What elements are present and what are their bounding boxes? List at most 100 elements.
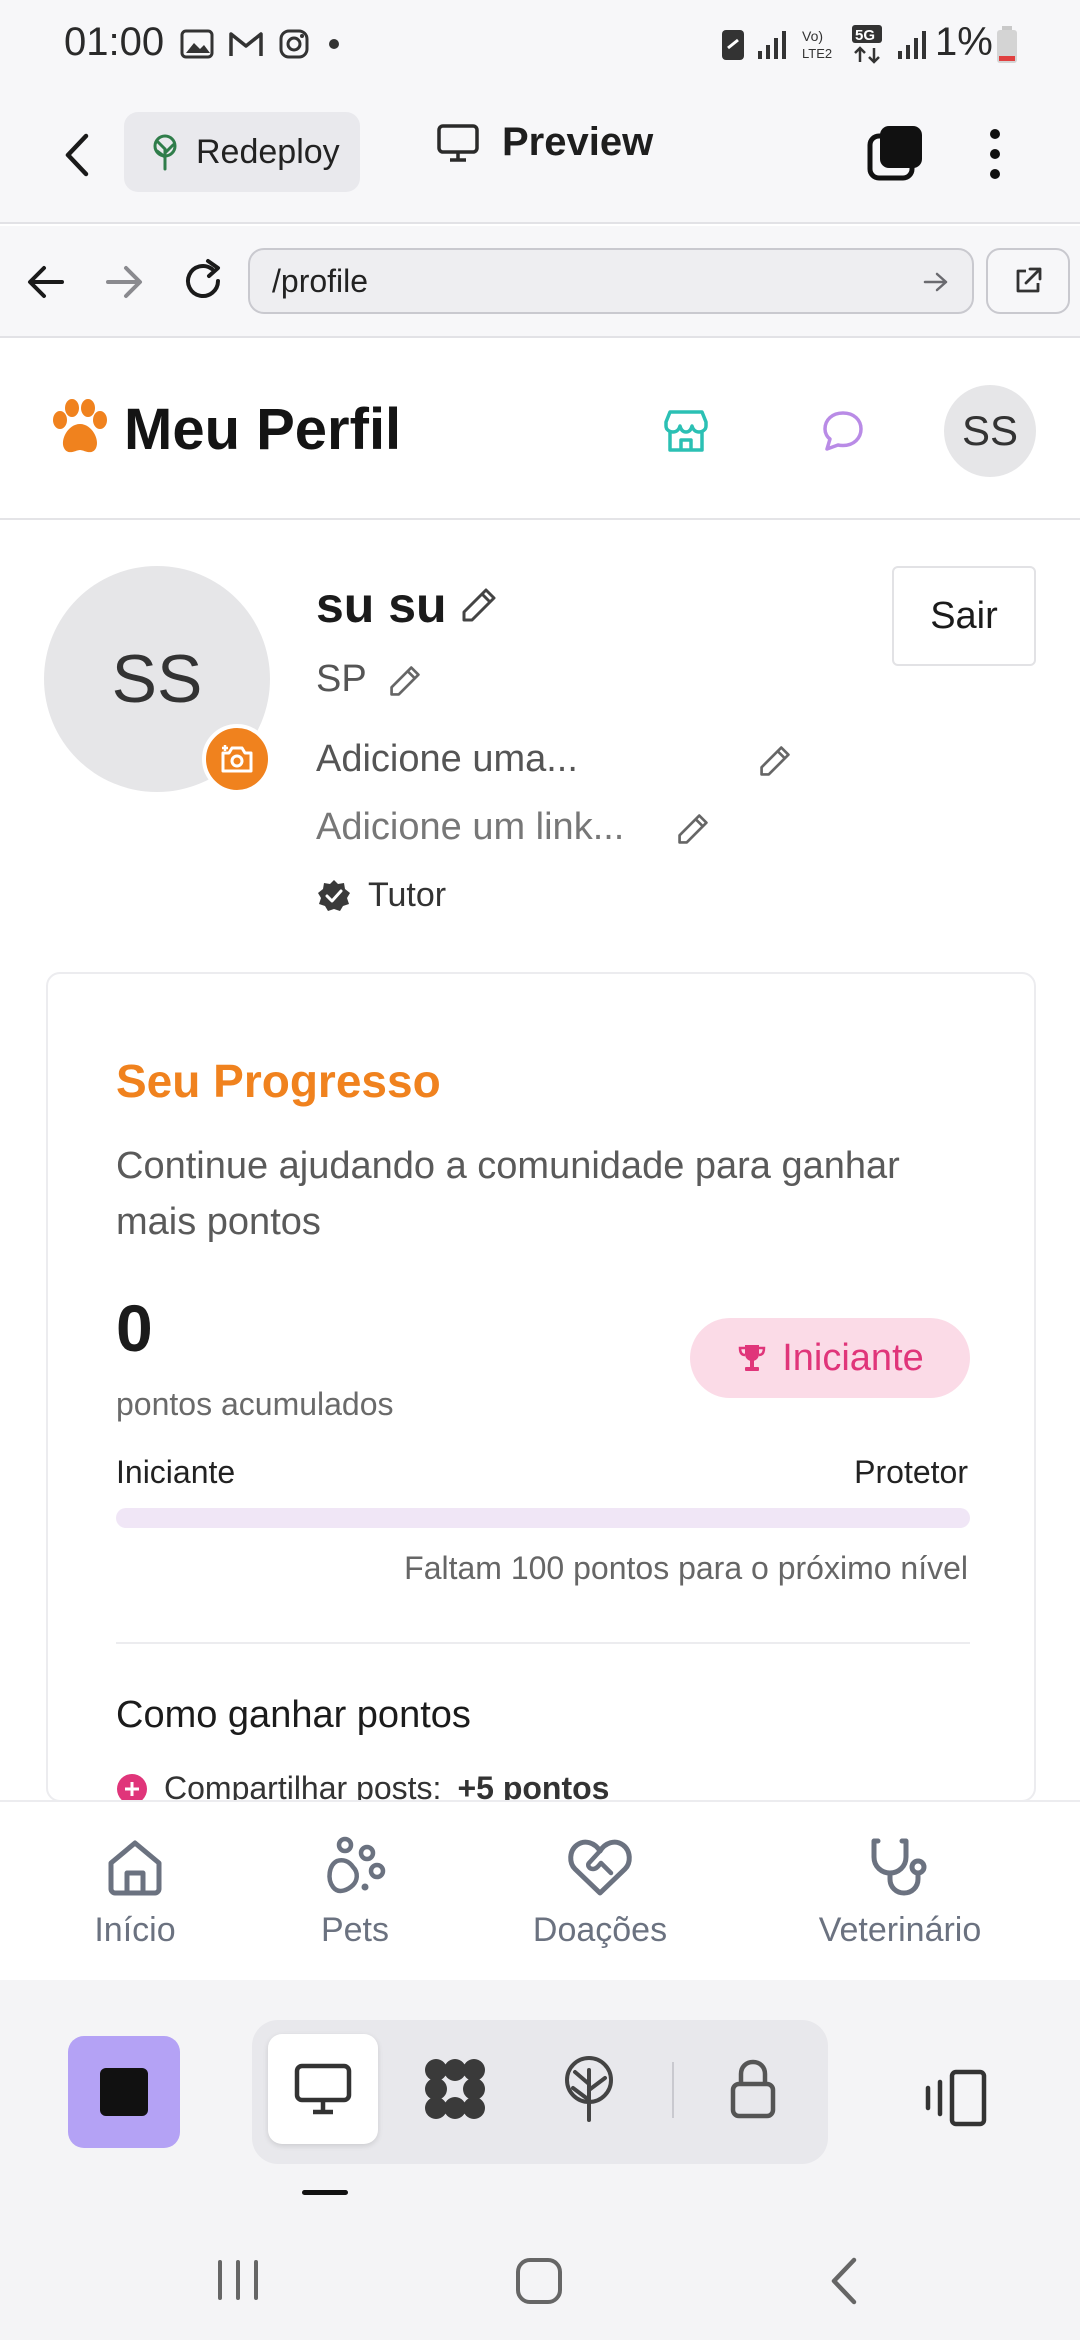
lock-icon	[730, 2059, 776, 2119]
system-status-icons: Vo) LTE2 5G	[720, 24, 930, 64]
dot-icon	[329, 39, 339, 49]
home-button-icon[interactable]	[514, 2256, 564, 2306]
change-photo-button[interactable]	[202, 724, 272, 794]
back-arrow-icon[interactable]	[60, 130, 96, 180]
signal-icon-2	[898, 31, 926, 59]
nav-item-veterinario[interactable]: Veterinário	[800, 1802, 1000, 1982]
level-badge: Iniciante	[690, 1318, 970, 1398]
points-label: pontos acumulados	[116, 1386, 394, 1422]
tree-icon	[153, 134, 177, 171]
profile-bio: Adicione uma...	[316, 738, 578, 780]
nav-item-inicio[interactable]: Início	[60, 1802, 210, 1982]
monitor-icon	[294, 2063, 352, 2115]
nav-label-doacoes: Doações	[532, 1910, 668, 1949]
browser-forward-icon[interactable]	[102, 260, 146, 304]
recent-apps-icon[interactable]	[214, 2258, 262, 2302]
nav-label-pets: Pets	[320, 1910, 390, 1949]
points-value: 0	[116, 1291, 153, 1365]
redeploy-label: Redeploy	[196, 132, 340, 171]
logout-button[interactable]: Sair	[892, 566, 1036, 666]
page-header: Meu Perfil SS	[0, 340, 1080, 520]
puzzle-grid-icon	[425, 2059, 485, 2119]
battery-percentage: 1%	[935, 20, 993, 64]
stop-icon	[100, 2068, 148, 2116]
nfc-icon	[722, 30, 744, 60]
how-to-earn-item-label: Compartilhar posts:	[164, 1770, 442, 1802]
paw-logo-icon	[53, 399, 107, 453]
tree-deploy-icon	[565, 2056, 613, 2122]
svg-text:LTE2: LTE2	[802, 46, 832, 61]
lock-button[interactable]	[698, 2034, 808, 2144]
grid-view-button[interactable]	[400, 2034, 510, 2144]
current-level-label: Iniciante	[116, 1454, 236, 1490]
camera-add-icon	[221, 745, 253, 773]
svg-text:Vo): Vo)	[802, 28, 823, 44]
active-tab-indicator	[302, 2190, 348, 2195]
preview-label: Preview	[502, 120, 654, 164]
open-external-button[interactable]	[986, 248, 1070, 314]
battery-icon	[997, 26, 1017, 63]
status-bar: 01:00 Vo) LTE2 5G 1%	[0, 0, 1080, 90]
edit-bio-icon[interactable]	[758, 744, 792, 778]
status-time: 01:00	[64, 20, 165, 64]
progress-card: Seu Progresso Continue ajudando a comuni…	[46, 972, 1036, 1802]
profile-location: SP	[316, 658, 367, 700]
system-back-icon[interactable]	[826, 2254, 862, 2308]
app-toolbar: Redeploy Preview	[0, 90, 1080, 224]
signal-icon	[758, 31, 786, 59]
tabs-icon[interactable]	[866, 124, 924, 182]
nav-label-veterinario: Veterinário	[818, 1910, 982, 1949]
device-rotate-icon[interactable]	[922, 2068, 990, 2128]
chat-icon[interactable]	[820, 408, 866, 454]
trophy-icon	[738, 1345, 766, 1371]
redeploy-button[interactable]: Redeploy	[124, 112, 360, 192]
preview-tab[interactable]: Preview	[436, 120, 653, 165]
how-to-earn-title: Como ganhar pontos	[116, 1694, 471, 1736]
home-icon	[108, 1840, 162, 1895]
more-vert-icon[interactable]	[980, 124, 1010, 184]
stop-button[interactable]	[68, 2036, 180, 2148]
edit-name-icon[interactable]	[460, 586, 498, 624]
external-link-icon	[1016, 267, 1042, 293]
next-level-label: Protetor	[854, 1454, 968, 1490]
url-text: /profile	[272, 262, 369, 299]
header-avatar-initials: SS	[961, 407, 1019, 454]
page-title: Meu Perfil	[124, 397, 402, 462]
gmail-icon	[229, 32, 263, 56]
preview-device-toolbar	[0, 1980, 1080, 2220]
profile-name: su su	[316, 577, 447, 633]
nav-label-inicio: Início	[94, 1910, 176, 1949]
card-divider	[116, 1642, 970, 1644]
edit-link-icon[interactable]	[676, 812, 710, 846]
verified-badge-icon	[318, 879, 350, 911]
reload-icon[interactable]	[178, 256, 228, 306]
notification-icons	[180, 28, 344, 60]
go-arrow-icon[interactable]	[922, 270, 950, 294]
browser-url-bar: /profile	[0, 226, 1080, 338]
profile-role: Tutor	[316, 876, 446, 915]
progress-bar	[116, 1508, 970, 1528]
header-avatar[interactable]: SS	[944, 385, 1036, 477]
view-mode-segment	[252, 2020, 828, 2164]
svg-text:5G: 5G	[855, 27, 875, 44]
profile-avatar-initials: SS	[111, 641, 203, 717]
monitor-icon	[437, 123, 479, 162]
level-badge-label: Iniciante	[782, 1336, 924, 1379]
how-to-earn-item-value: +5 pontos	[457, 1770, 610, 1802]
url-input[interactable]: /profile	[248, 248, 974, 314]
progress-subtitle: Continue ajudando a comunidade para ganh…	[116, 1145, 900, 1243]
instagram-icon	[279, 29, 309, 59]
segment-separator	[672, 2062, 674, 2118]
android-nav-bar	[0, 2220, 1080, 2340]
plus-circle-icon	[117, 1773, 147, 1800]
nav-item-pets[interactable]: Pets	[280, 1802, 430, 1982]
deploy-view-button[interactable]	[534, 2034, 644, 2144]
stethoscope-icon	[871, 1838, 927, 1896]
store-icon[interactable]	[662, 408, 710, 454]
nav-item-doacoes[interactable]: Doações	[520, 1802, 680, 1982]
edit-location-icon[interactable]	[388, 664, 422, 698]
browser-back-icon[interactable]	[24, 260, 68, 304]
desktop-view-button[interactable]	[268, 2034, 378, 2144]
role-label: Tutor	[368, 876, 447, 914]
volte-icon: Vo) LTE2	[802, 28, 832, 61]
